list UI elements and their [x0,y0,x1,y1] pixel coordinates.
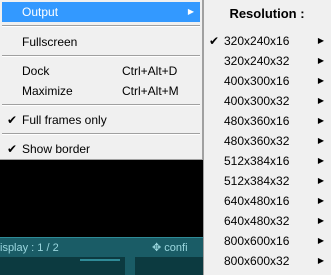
resolution-label: 480x360x16 [224,114,290,128]
context-menu: Output ▶ Fullscreen Dock Ctrl+Alt+D Maxi… [0,0,203,160]
menu-item-label: Show border [22,142,91,156]
menu-item-label: Maximize [22,84,73,98]
resolution-label: 800x600x32 [224,254,290,268]
config-button[interactable]: ✥ confi [152,238,188,258]
submenu-header: Resolution : [229,6,305,21]
menu-item-label: Output [22,5,59,19]
resolution-item[interactable]: 320x240x32 ▶ [204,51,330,71]
resolution-item[interactable]: 400x300x16 ▶ [204,71,330,91]
resolution-label: 512x384x32 [224,174,290,188]
resolution-label: 400x300x16 [224,74,290,88]
menu-separator [2,104,200,106]
resolution-item[interactable]: 480x360x16 ▶ [204,111,330,131]
menu-item-output[interactable]: Output ▶ [2,2,200,22]
resolution-label: 400x300x32 [224,94,290,108]
resolution-submenu: Resolution : ✔ 320x240x16 ▶ 320x240x32 ▶ 400x… [203,0,331,275]
resolution-item[interactable]: 512x384x16 ▶ [204,151,330,171]
submenu-arrow-icon: ▶ [317,176,324,185]
bottom-bar-marker [80,259,120,261]
menu-separator [2,55,200,57]
submenu-arrow-icon: ▶ [317,56,324,65]
resolution-item[interactable]: 512x384x32 ▶ [204,171,330,191]
submenu-arrow-icon: ▶ [317,256,324,265]
menu-item-label: Fullscreen [22,35,78,49]
menu-item-show-border[interactable]: ✔ Show border [2,139,200,159]
bottom-bar [0,257,203,275]
submenu-arrow-icon: ▶ [187,7,194,16]
resolution-label: 320x240x16 [224,34,290,48]
submenu-arrow-icon: ▶ [317,96,324,105]
resolution-item[interactable]: 640x480x16 ▶ [204,191,330,211]
menu-item-label: Dock [22,64,50,78]
menu-item-dock[interactable]: Dock Ctrl+Alt+D [2,61,200,81]
submenu-arrow-icon: ▶ [317,236,324,245]
submenu-arrow-icon: ▶ [317,116,324,125]
resolution-item[interactable]: 640x480x32 ▶ [204,211,330,231]
menu-separator [2,133,200,135]
resolution-item[interactable]: 800x600x32 ▶ [204,251,330,271]
menu-item-fullscreen[interactable]: Fullscreen [2,32,200,52]
menu-item-label: Full frames only [22,113,107,127]
resolution-label: 640x480x16 [224,194,290,208]
resolution-label: 640x480x32 [224,214,290,228]
bottom-bar-marker [125,257,135,275]
resolution-label: 800x600x16 [224,234,290,248]
submenu-arrow-icon: ▶ [317,36,324,45]
display-indicator: isplay : 1 / 2 [0,242,59,254]
status-bar: isplay : 1 / 2 ✥ confi [0,237,203,258]
submenu-arrow-icon: ▶ [317,76,324,85]
resolution-item[interactable]: 480x360x32 ▶ [204,131,330,151]
menu-separator [2,25,200,27]
checkmark-icon: ✔ [7,113,18,127]
resolution-item[interactable]: 400x300x32 ▶ [204,91,330,111]
resolution-item[interactable]: ✔ 320x240x16 ▶ [204,31,330,51]
resolution-label: 512x384x16 [224,154,290,168]
menu-item-shortcut: Ctrl+Alt+D [122,64,178,78]
checkmark-icon: ✔ [209,34,220,48]
resolution-label: 320x240x32 [224,54,290,68]
submenu-arrow-icon: ▶ [317,156,324,165]
resolution-label: 480x360x32 [224,134,290,148]
menu-item-shortcut: Ctrl+Alt+M [122,84,179,98]
submenu-arrow-icon: ▶ [317,216,324,225]
submenu-arrow-icon: ▶ [317,136,324,145]
checkmark-icon: ✔ [7,142,18,156]
menu-item-full-frames-only[interactable]: ✔ Full frames only [2,110,200,130]
menu-item-maximize[interactable]: Maximize Ctrl+Alt+M [2,81,200,101]
resolution-item[interactable]: 800x600x16 ▶ [204,231,330,251]
submenu-arrow-icon: ▶ [317,196,324,205]
